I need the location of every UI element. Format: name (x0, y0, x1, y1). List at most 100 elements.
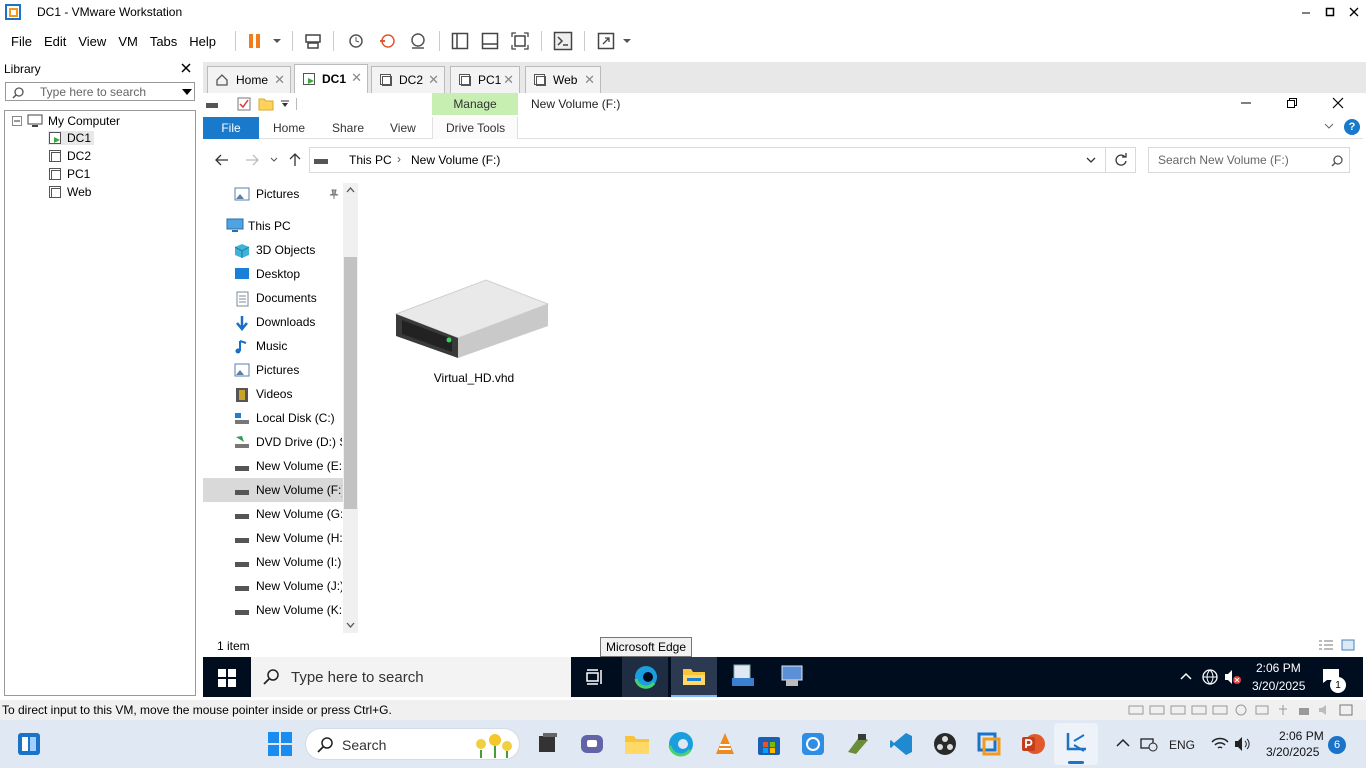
tree-root-my-computer[interactable]: My Computer (12, 114, 120, 128)
menu-file[interactable]: File (5, 34, 38, 49)
collapse-icon[interactable] (12, 116, 22, 126)
task-view-icon[interactable] (586, 668, 604, 686)
tree-item-web[interactable]: Web (48, 185, 91, 199)
nav-item[interactable]: Videos (256, 387, 342, 401)
nav-scrollbar[interactable] (343, 183, 358, 633)
tab-close-icon[interactable]: ✕ (351, 70, 362, 86)
vmware-icon[interactable] (976, 731, 1002, 757)
menu-help[interactable]: Help (183, 34, 222, 49)
large-icons-view-icon[interactable] (1341, 639, 1355, 651)
nav-item[interactable]: Downloads (256, 315, 342, 329)
network-adapter-icon[interactable] (1254, 704, 1270, 716)
menu-view[interactable]: View (72, 34, 112, 49)
host-clock-date[interactable]: 3/20/2025 (1266, 745, 1319, 759)
network-icon[interactable] (1202, 669, 1218, 685)
nav-item[interactable]: Pictures (256, 363, 342, 377)
snapshot-icon[interactable] (345, 30, 367, 52)
nav-item[interactable]: New Volume (I:) (256, 555, 342, 569)
nav-item[interactable]: Local Disk (C:) (256, 411, 342, 425)
show-hidden-icons[interactable] (1180, 672, 1192, 680)
thumbnail-bar-icon[interactable] (479, 30, 501, 52)
chevron-down-icon[interactable] (182, 89, 192, 95)
suspend-icon[interactable] (244, 30, 266, 52)
tab-close-icon[interactable]: ✕ (584, 72, 595, 88)
teams-chat-icon[interactable] (579, 731, 605, 757)
edge-taskbar-button[interactable] (622, 657, 668, 697)
guest-screen[interactable] (203, 93, 1363, 697)
guest-clock-time[interactable]: 2:06 PM (1256, 661, 1301, 675)
ribbon-tab-file[interactable]: File (203, 117, 259, 139)
scroll-up-icon[interactable] (346, 187, 355, 193)
address-dropdown-icon[interactable] (1086, 157, 1096, 164)
nav-item[interactable]: New Volume (E:) (256, 459, 342, 473)
tab-close-icon[interactable]: ✕ (428, 72, 439, 88)
show-library-icon[interactable] (449, 30, 471, 52)
nav-this-pc[interactable]: This PC (248, 219, 334, 233)
hdd-icon[interactable] (1149, 704, 1165, 716)
tab-dc2[interactable]: DC2 ✕ (371, 66, 445, 93)
menu-edit[interactable]: Edit (38, 34, 72, 49)
file-explorer-icon[interactable] (624, 731, 650, 757)
back-arrow-icon[interactable] (214, 153, 230, 167)
stretch-guest-icon[interactable] (595, 30, 617, 52)
ribbon-tab-view[interactable]: View (390, 121, 416, 135)
nav-item[interactable]: 3D Objects (256, 243, 342, 257)
tab-close-icon[interactable]: ✕ (503, 72, 514, 88)
cd-icon[interactable] (1233, 704, 1249, 716)
minimize-icon[interactable] (1294, 0, 1318, 24)
nav-item[interactable]: DVD Drive (D:) SSS_X64FREE_EN-US_DV9 (256, 435, 342, 449)
quick-access-dropdown-icon[interactable] (280, 100, 290, 108)
nav-item[interactable]: New Volume (K:) (256, 603, 342, 617)
sync-app-icon[interactable] (800, 731, 826, 757)
tab-home[interactable]: Home ✕ (207, 66, 291, 93)
close-icon[interactable] (1342, 0, 1366, 24)
explorer-minimize-icon[interactable] (1240, 97, 1252, 109)
mining-app-icon[interactable] (845, 731, 871, 757)
library-close-icon[interactable] (180, 62, 192, 76)
file-name[interactable]: Virtual_HD.vhd (420, 371, 528, 385)
nav-item[interactable]: Documents (256, 291, 342, 305)
vhd-file-icon[interactable] (390, 276, 558, 362)
expand-ribbon-icon[interactable] (1324, 122, 1334, 130)
usb-icon[interactable] (1275, 704, 1291, 716)
tree-item-dc1[interactable]: DC1 (48, 131, 95, 145)
windows-start-icon[interactable] (218, 669, 236, 687)
nav-item-selected[interactable]: New Volume (F:) (256, 483, 342, 497)
full-screen-icon[interactable] (509, 30, 531, 52)
host-notification-badge[interactable]: 6 (1328, 736, 1346, 754)
send-ctrl-alt-del-icon[interactable] (302, 30, 324, 52)
breadcrumb-volume[interactable]: New Volume (F:) (411, 153, 500, 167)
tree-item-pc1[interactable]: PC1 (48, 167, 90, 181)
help-icon[interactable]: ? (1344, 119, 1360, 135)
menu-tabs[interactable]: Tabs (144, 34, 183, 49)
edge-icon[interactable] (668, 731, 694, 757)
breadcrumb-this-pc[interactable]: This PC (349, 153, 392, 167)
message-icon[interactable] (1338, 704, 1354, 716)
tab-dc1[interactable]: DC1 ✕ (294, 64, 368, 93)
host-clock-time[interactable]: 2:06 PM (1279, 729, 1324, 743)
nav-item[interactable]: New Volume (H:) (256, 531, 342, 545)
tree-item-dc2[interactable]: DC2 (48, 149, 91, 163)
tab-close-icon[interactable]: ✕ (274, 72, 285, 88)
explorer-search-input[interactable]: Search New Volume (F:) (1148, 147, 1350, 173)
explorer-close-icon[interactable] (1332, 97, 1344, 109)
details-view-icon[interactable] (1318, 639, 1334, 651)
tab-pc1[interactable]: PC1 ✕ (450, 66, 520, 93)
show-hidden-icons[interactable] (1116, 738, 1130, 748)
guest-clock-date[interactable]: 3/20/2025 (1252, 679, 1305, 693)
obs-icon[interactable] (932, 731, 958, 757)
ribbon-tab-share[interactable]: Share (332, 121, 364, 135)
library-search-input[interactable]: Type here to search (5, 82, 195, 101)
ribbon-tab-drive-tools[interactable]: Drive Tools (446, 121, 505, 135)
host-search-box[interactable]: Search (305, 728, 520, 760)
snipping-tool-button[interactable] (1054, 723, 1098, 765)
nav-item[interactable]: New Volume (J:) (256, 579, 342, 593)
scroll-thumb[interactable] (344, 257, 357, 509)
nav-item[interactable]: New Volume (G:) (256, 507, 342, 521)
printer-icon[interactable] (1296, 704, 1312, 716)
maximize-icon[interactable] (1318, 0, 1342, 24)
volume-icon[interactable] (1234, 736, 1252, 752)
vlc-icon[interactable] (712, 731, 738, 757)
forward-arrow-icon[interactable] (244, 153, 260, 167)
microsoft-store-icon[interactable] (756, 731, 782, 757)
